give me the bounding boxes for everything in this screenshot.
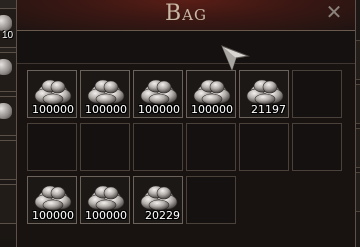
bag-toolbar: [17, 31, 355, 64]
inventory-slot-item[interactable]: 100000: [80, 70, 130, 118]
inventory-slot-item[interactable]: 100000: [186, 70, 236, 118]
silver-ore-icon: [0, 15, 12, 31]
silver-ore-icon: [0, 103, 12, 119]
pointer-arrow-icon: [221, 45, 250, 72]
inventory-slot-empty[interactable]: [133, 123, 183, 171]
inventory-slot-item[interactable]: 100000: [80, 176, 130, 224]
inventory-slot-empty[interactable]: [27, 123, 77, 171]
silver-ore-icon: [140, 185, 178, 211]
bag-window: Bag ✕ 100000 100000 100000 100000 21197 10000…: [16, 0, 356, 247]
item-quantity: 100000: [85, 103, 127, 116]
background-slot: [0, 96, 16, 136]
background-inventory-strip: 10: [0, 0, 16, 247]
inventory-slot-item[interactable]: 21197: [239, 70, 289, 118]
silver-ore-icon: [140, 79, 178, 105]
item-quantity: 100000: [32, 103, 74, 116]
silver-ore-icon: [193, 79, 231, 105]
silver-ore-icon: [87, 185, 125, 211]
silver-ore-icon: [246, 79, 284, 105]
background-slot: [0, 184, 16, 224]
inventory-slot-empty[interactable]: [239, 123, 289, 171]
inventory-slot-empty[interactable]: [80, 123, 130, 171]
silver-ore-icon: [0, 59, 12, 75]
inventory-slot-empty[interactable]: [186, 123, 236, 171]
item-quantity: 100000: [138, 103, 180, 116]
silver-ore-icon: [87, 79, 125, 105]
item-quantity: 100000: [191, 103, 233, 116]
bag-header[interactable]: Bag ✕: [17, 0, 355, 31]
background-slot: [0, 140, 16, 180]
item-quantity: 100000: [85, 209, 127, 222]
item-quantity: 21197: [251, 103, 286, 116]
inventory-slot-item[interactable]: 100000: [27, 70, 77, 118]
inventory-slot-item[interactable]: 100000: [133, 70, 183, 118]
background-slot-count: 10: [2, 30, 14, 41]
silver-ore-icon: [34, 79, 72, 105]
bag-title: Bag: [165, 1, 207, 26]
inventory-slot-item[interactable]: 100000: [27, 176, 77, 224]
inventory-slot-empty[interactable]: [292, 123, 342, 171]
item-quantity: 100000: [32, 209, 74, 222]
item-quantity: 20229: [145, 209, 180, 222]
inventory-slot-empty[interactable]: [186, 176, 236, 224]
close-icon[interactable]: ✕: [325, 3, 343, 23]
background-slot: [0, 52, 16, 92]
silver-ore-icon: [34, 185, 72, 211]
inventory-slot-empty[interactable]: [292, 70, 342, 118]
background-slot: 10: [0, 8, 16, 48]
inventory-slot-item[interactable]: 20229: [133, 176, 183, 224]
